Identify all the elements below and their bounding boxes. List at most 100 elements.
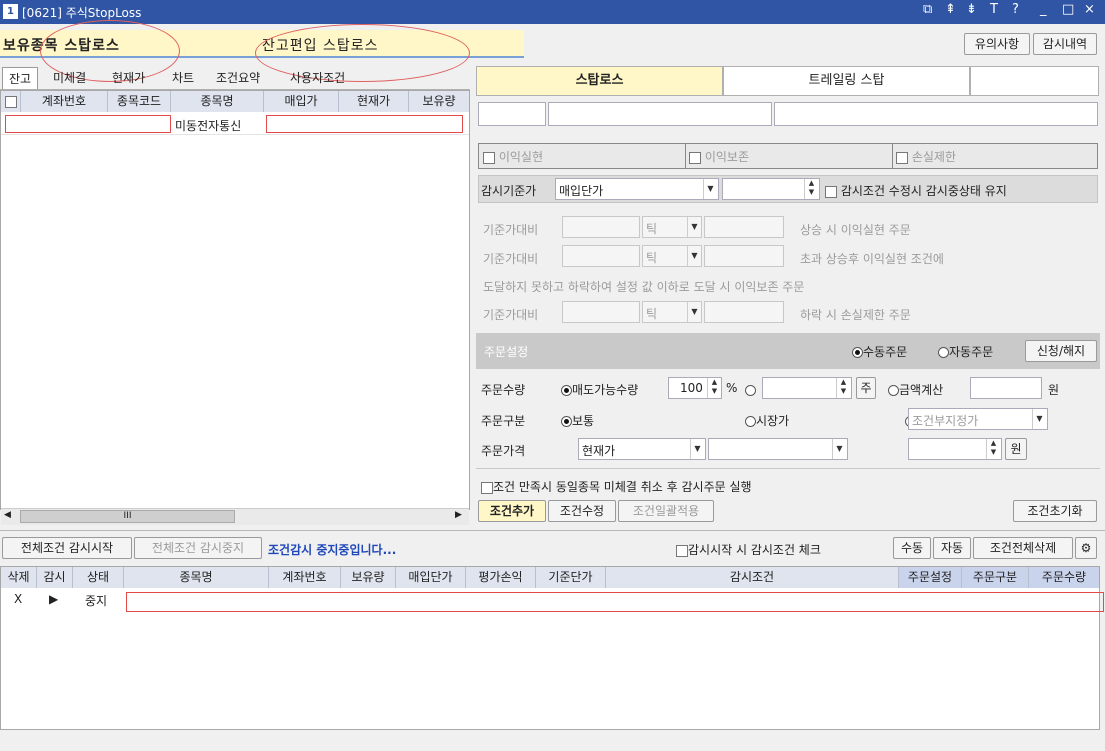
tab-stoploss[interactable]: 스탑로스: [476, 66, 723, 96]
close-icon[interactable]: ×: [1084, 2, 1095, 17]
chevron-down-icon[interactable]: ▼: [832, 439, 846, 459]
pin-up-icon[interactable]: ⇞: [945, 2, 956, 17]
shares-button[interactable]: 주: [856, 377, 876, 399]
batch-apply-button[interactable]: 조건일괄적용: [618, 500, 714, 522]
delete-row-icon[interactable]: X: [14, 592, 22, 606]
tab-condition-summary[interactable]: 조건요약: [216, 69, 260, 86]
normal-order-label: 보통: [572, 414, 595, 428]
restore-link-icon[interactable]: ⧉: [923, 2, 932, 17]
scroll-right-icon[interactable]: ▶: [455, 510, 462, 520]
sellable-qty-radio[interactable]: 매도가능수량: [561, 381, 638, 398]
qty-custom-radio[interactable]: [745, 385, 756, 396]
info-field-1: [478, 102, 546, 126]
tab-balance[interactable]: 잔고: [2, 67, 39, 89]
ref-desc-1: 상승 시 이익실현 주문: [800, 223, 911, 237]
ref-input-4[interactable]: [562, 301, 640, 323]
keep-state-check[interactable]: 감시조건 수정시 감시중상태 유지: [825, 182, 1007, 199]
market-order-radio[interactable]: 시장가: [745, 412, 789, 429]
tab-unfilled[interactable]: 미체결: [53, 69, 86, 86]
row-stock-name: 미동전자통신: [175, 119, 242, 133]
auto-order-radio-dot[interactable]: [938, 347, 949, 358]
keep-state-checkbox[interactable]: [825, 185, 837, 198]
pin-down-icon[interactable]: ⇟: [966, 2, 977, 17]
header-monitor: 감시: [37, 567, 73, 588]
start-all-button[interactable]: 전체조건 감시시작: [2, 537, 132, 559]
select-all-header[interactable]: [1, 91, 21, 112]
scroll-thumb[interactable]: III: [20, 510, 235, 523]
won-button[interactable]: 원: [1005, 438, 1027, 460]
manual-button[interactable]: 수동: [893, 537, 931, 559]
amount-calc-radio-dot[interactable]: [888, 385, 899, 396]
edit-condition-button[interactable]: 조건수정: [548, 500, 616, 522]
chevron-down-icon[interactable]: ▼: [703, 179, 717, 199]
play-icon[interactable]: ▶: [49, 592, 58, 606]
auto-order-radio[interactable]: 자동주문: [938, 343, 993, 360]
cancel-unfilled-checkbox[interactable]: [481, 481, 493, 494]
tick-label-4: 틱: [646, 307, 658, 321]
chevron-down-icon[interactable]: ▼: [687, 302, 701, 322]
chevron-down-icon[interactable]: ▼: [690, 439, 704, 459]
profit-checkbox[interactable]: [483, 151, 495, 164]
sellable-qty-radio-dot[interactable]: [561, 385, 572, 396]
normal-order-radio[interactable]: 보통: [561, 412, 594, 429]
info-field-3: [774, 102, 1098, 126]
protect-checkbox[interactable]: [689, 151, 701, 164]
tab-chart[interactable]: 차트: [172, 69, 194, 86]
apply-cancel-button[interactable]: 신청/해지: [1025, 340, 1097, 362]
manual-order-radio-dot[interactable]: [852, 347, 863, 358]
help-icon[interactable]: ?: [1012, 2, 1019, 17]
normal-order-radio-dot[interactable]: [561, 416, 572, 427]
amount-calc-radio[interactable]: 금액계산: [888, 381, 943, 398]
ref-value-2[interactable]: [704, 245, 784, 267]
chevron-down-icon[interactable]: ▼: [1032, 409, 1046, 429]
market-order-radio-dot[interactable]: [745, 416, 756, 427]
history-button[interactable]: 감시내역: [1033, 33, 1097, 55]
ref-label-1: 기준가대비: [483, 223, 539, 237]
check-on-start[interactable]: 감시시작 시 감시조건 체크: [676, 541, 821, 558]
ref-input-2[interactable]: [562, 245, 640, 267]
spinner-icon[interactable]: ▲ ▼: [804, 179, 818, 199]
manual-order-radio[interactable]: 수동주문: [852, 343, 907, 360]
cancel-unfilled-label: 조건 만족시 동일종목 미체결 취소 후 감시주문 실행: [493, 480, 752, 494]
notice-button[interactable]: 유의사항: [964, 33, 1030, 55]
ref-value-1[interactable]: [704, 216, 784, 238]
tab-trailing-stop[interactable]: 트레일링 스탑: [723, 66, 970, 96]
window-title: [0621] 주식StopLoss: [22, 6, 142, 20]
loss-check[interactable]: 손실제한: [896, 148, 956, 165]
maximize-icon[interactable]: □: [1062, 2, 1074, 17]
header-status: 상태: [73, 567, 124, 588]
order-settings-title: 주문설정: [484, 345, 529, 359]
loss-checkbox[interactable]: [896, 151, 908, 164]
tab-current-price[interactable]: 현재가: [112, 69, 145, 86]
ref-input-1[interactable]: [562, 216, 640, 238]
check-on-start-checkbox[interactable]: [676, 544, 688, 557]
header-order-setting: 주문설정: [899, 567, 962, 588]
select-all-checkbox[interactable]: [4, 95, 17, 108]
gear-icon[interactable]: ⚙: [1075, 537, 1097, 559]
ref-value-4[interactable]: [704, 301, 784, 323]
spinner-icon[interactable]: ▲ ▼: [707, 378, 721, 398]
amount-input[interactable]: [970, 377, 1042, 399]
minimize-icon[interactable]: _: [1040, 2, 1047, 17]
auto-button[interactable]: 자동: [933, 537, 971, 559]
monitor-label: 감시기준가: [481, 184, 537, 198]
spinner-icon[interactable]: ▲ ▼: [836, 378, 850, 398]
order-type-label: 주문구분: [481, 414, 526, 428]
order-price-label: 주문가격: [481, 444, 526, 458]
protect-check[interactable]: 이익보존: [689, 148, 749, 165]
delete-all-button[interactable]: 조건전체삭제: [973, 537, 1073, 559]
scroll-left-icon[interactable]: ◀: [4, 510, 11, 520]
font-icon[interactable]: T: [990, 2, 998, 17]
add-condition-button[interactable]: 조건추가: [478, 500, 546, 522]
cancel-unfilled-check[interactable]: 조건 만족시 동일종목 미체결 취소 후 감시주문 실행: [481, 478, 752, 495]
chevron-down-icon[interactable]: ▼: [687, 246, 701, 266]
profit-check[interactable]: 이익실현: [483, 148, 543, 165]
header-buy-unit: 매입단가: [396, 567, 466, 588]
spinner-icon[interactable]: ▲ ▼: [986, 439, 1000, 459]
reset-condition-button[interactable]: 조건초기화: [1013, 500, 1097, 522]
price-offset-select[interactable]: [708, 438, 848, 460]
stop-all-button[interactable]: 전체조건 감시중지: [134, 537, 262, 559]
tab-user-condition[interactable]: 사용자조건: [290, 69, 345, 86]
chevron-down-icon[interactable]: ▼: [687, 217, 701, 237]
ref-label-2: 기준가대비: [483, 252, 539, 266]
